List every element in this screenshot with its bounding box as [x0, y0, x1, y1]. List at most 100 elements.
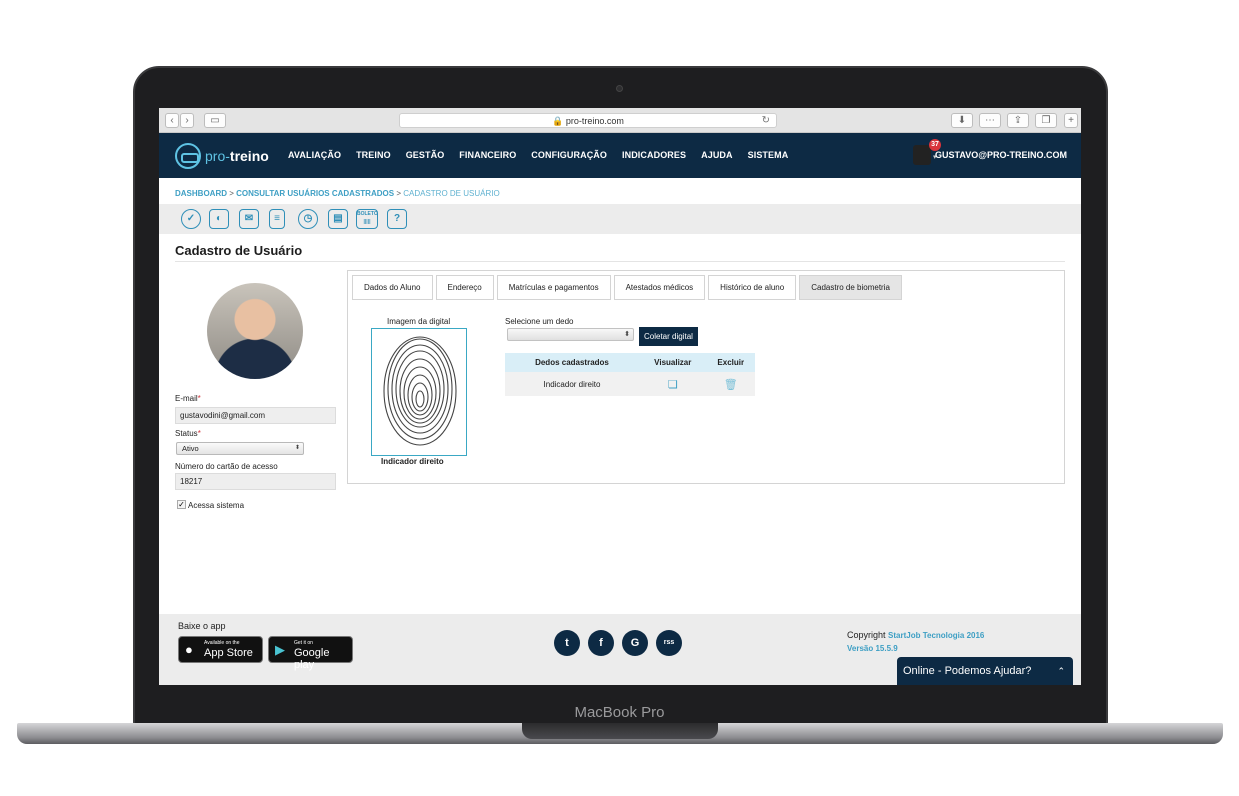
view-icon[interactable]: ❏	[638, 372, 707, 396]
profile-photo	[207, 283, 303, 379]
breadcrumb: DASHBOARD > CONSULTAR USUÁRIOS CADASTRAD…	[175, 189, 500, 198]
col-excluir: Excluir	[706, 353, 755, 372]
tab-matriculas[interactable]: Matrículas e pagamentos	[496, 275, 611, 300]
device-brand: MacBook Pro	[574, 704, 665, 721]
boleto-icon[interactable]: BOLETO |||||	[356, 209, 378, 229]
chat-widget[interactable]: Online - Podemos Ajudar? ⌃	[897, 657, 1073, 685]
google-play-big-text: Google play	[294, 647, 330, 671]
copyright: Copyright StartJob Tecnologia 2016	[847, 630, 984, 640]
email-label: E-mail*	[175, 394, 201, 403]
copyright-label: Copyright	[847, 630, 886, 640]
sidebar-toggle-icon[interactable]: ▭	[204, 113, 226, 128]
action-toolbar: ✓ ◐ ✉ ≡ ◷ ▤ BOLETO ||||| ?	[159, 204, 1081, 234]
tab-historico[interactable]: Histórico de aluno	[708, 275, 797, 300]
table-header-row: Dedos cadastrados Visualizar Excluir	[505, 353, 755, 372]
divider	[175, 261, 1065, 262]
lock-icon: 🔒	[552, 116, 564, 126]
email-field[interactable]: gustavodini@gmail.com	[175, 407, 336, 424]
google-icon[interactable]: G	[622, 630, 648, 656]
user-email[interactable]: GUSTAVO@PRO-TREINO.COM	[935, 150, 1067, 160]
shield-icon[interactable]: ◐	[209, 209, 229, 229]
status-select[interactable]: Ativo ⬍	[176, 442, 304, 455]
apple-icon: ●	[185, 642, 193, 657]
tab-atestados[interactable]: Atestados médicos	[613, 275, 706, 300]
select-arrows-icon: ⬍	[294, 445, 300, 451]
menu-item-sistema[interactable]: SISTEMA	[748, 150, 789, 160]
version: Versão 15.5.9	[847, 644, 898, 653]
tabs-icon[interactable]: ❐	[1035, 113, 1057, 128]
card-icon[interactable]: ▤	[328, 209, 348, 229]
menu-item-gestao[interactable]: GESTÃO	[406, 150, 445, 160]
menu-item-avaliacao[interactable]: AVALIAÇÃO	[288, 150, 341, 160]
fingerprint-image-label: Imagem da digital	[387, 317, 451, 326]
fingerprint-finger-name: Indicador direito	[381, 457, 444, 466]
google-play-small-text: Get it on	[294, 640, 313, 646]
finger-select-label: Selecione um dedo	[505, 317, 574, 326]
breadcrumb-dashboard[interactable]: DASHBOARD	[175, 189, 227, 198]
app-store-big-text: App Store	[204, 647, 253, 659]
collect-fingerprint-button[interactable]: Coletar digital	[639, 327, 698, 346]
check-icon[interactable]: ✓	[181, 209, 201, 229]
download-app-label: Baixe o app	[178, 621, 226, 631]
new-tab-button[interactable]: +	[1064, 113, 1078, 128]
address-bar[interactable]: 🔒 pro-treino.com ↻	[399, 113, 777, 128]
tab-dados-aluno[interactable]: Dados do Aluno	[352, 275, 433, 300]
logo[interactable]: pro-treino	[175, 143, 269, 169]
grid-icon[interactable]: ⋯	[979, 113, 1001, 128]
tab-biometria[interactable]: Cadastro de biometria	[799, 275, 902, 300]
trash-icon[interactable]: 🗑	[706, 372, 755, 396]
forward-button[interactable]: ›	[180, 113, 194, 128]
user-avatar[interactable]	[913, 145, 931, 165]
table-row: Indicador direito ❏ 🗑	[505, 372, 755, 396]
menu-item-configuracao[interactable]: CONFIGURAÇÃO	[531, 150, 607, 160]
browser-screen: ‹ › ▭ 🔒 pro-treino.com ↻ ⬇ ⋯ ⇪ ❐ + pro-t…	[159, 108, 1081, 685]
back-button[interactable]: ‹	[165, 113, 179, 128]
reload-icon[interactable]: ↻	[762, 114, 770, 128]
stopwatch-icon[interactable]: ◷	[298, 209, 318, 229]
help-icon[interactable]: ?	[387, 209, 407, 229]
address-text: pro-treino.com	[565, 116, 624, 126]
copyright-company[interactable]: StartJob Tecnologia 2016	[888, 631, 984, 640]
google-play-badge[interactable]: ▶ Get it on Google play	[268, 636, 353, 671]
rss-icon[interactable]: rss	[656, 630, 682, 656]
breadcrumb-consultar[interactable]: CONSULTAR USUÁRIOS CADASTRADOS	[236, 189, 394, 198]
status-label: Status*	[175, 429, 201, 438]
page-title: Cadastro de Usuário	[175, 243, 303, 258]
status-value: Ativo	[182, 444, 199, 453]
chevron-up-icon[interactable]: ⌃	[1057, 657, 1065, 685]
finger-select[interactable]: ⬍	[507, 328, 634, 341]
col-dedos: Dedos cadastrados	[505, 353, 639, 372]
app-store-badge[interactable]: ● Available on the App Store	[178, 636, 263, 663]
clipboard-icon[interactable]: ≡	[269, 209, 285, 229]
mail-icon[interactable]: ✉	[239, 209, 259, 229]
tab-bar: Dados do Aluno Endereço Matrículas e pag…	[352, 275, 902, 300]
menu-item-financeiro[interactable]: FINANCEIRO	[459, 150, 516, 160]
tab-endereco[interactable]: Endereço	[435, 275, 494, 300]
top-nav: pro-treino AVALIAÇÃO TREINO GESTÃO FINAN…	[159, 133, 1081, 178]
browser-toolbar: ‹ › ▭ 🔒 pro-treino.com ↻ ⬇ ⋯ ⇪ ❐ +	[159, 108, 1081, 133]
col-visualizar: Visualizar	[638, 353, 707, 372]
app-store-small-text: Available on the	[204, 640, 240, 646]
breadcrumb-current: CADASTRO DE USUÁRIO	[403, 189, 500, 198]
card-label: Número do cartão de acesso	[175, 462, 278, 471]
access-checkbox[interactable]: ✓	[177, 500, 186, 509]
chat-label: Online - Podemos Ajudar?	[903, 665, 1032, 677]
main-menu: AVALIAÇÃO TREINO GESTÃO FINANCEIRO CONFI…	[288, 150, 788, 160]
play-icon: ▶	[275, 642, 285, 657]
download-icon[interactable]: ⬇	[951, 113, 973, 128]
access-label: Acessa sistema	[188, 501, 245, 510]
breadcrumb-separator: >	[396, 189, 401, 198]
menu-item-treino[interactable]: TREINO	[356, 150, 391, 160]
card-number-field[interactable]: 18217	[175, 473, 336, 490]
select-arrows-icon: ⬍	[624, 331, 630, 338]
menu-item-ajuda[interactable]: AJUDA	[701, 150, 733, 160]
logo-icon	[175, 143, 201, 169]
logo-text: pro-treino	[205, 148, 269, 164]
fingerprint-image	[371, 328, 467, 456]
facebook-icon[interactable]: f	[588, 630, 614, 656]
share-icon[interactable]: ⇪	[1007, 113, 1029, 128]
twitter-icon[interactable]: t	[554, 630, 580, 656]
camera-icon	[616, 85, 623, 92]
menu-item-indicadores[interactable]: INDICADORES	[622, 150, 686, 160]
finger-cell: Indicador direito	[505, 372, 639, 396]
